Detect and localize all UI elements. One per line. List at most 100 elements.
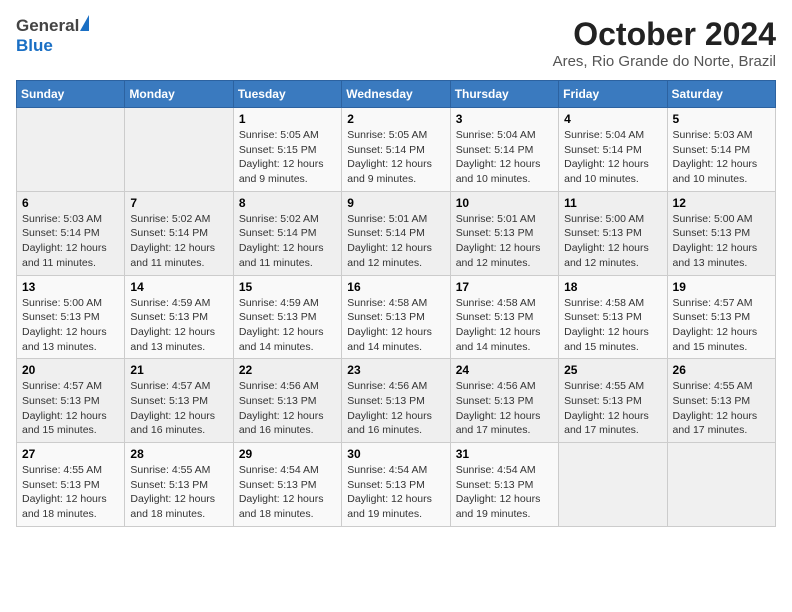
day-number: 20 (22, 363, 119, 377)
calendar-cell: 23 Sunrise: 4:56 AM Sunset: 5:13 PM Dayli… (342, 359, 450, 443)
calendar-cell: 8 Sunrise: 5:02 AM Sunset: 5:14 PM Daylig… (233, 191, 341, 275)
day-info: Sunrise: 5:00 AM Sunset: 5:13 PM Dayligh… (22, 296, 119, 355)
day-number: 31 (456, 447, 553, 461)
day-info: Sunrise: 4:57 AM Sunset: 5:13 PM Dayligh… (130, 379, 227, 438)
day-number: 24 (456, 363, 553, 377)
day-info: Sunrise: 4:55 AM Sunset: 5:13 PM Dayligh… (673, 379, 770, 438)
day-info: Sunrise: 5:02 AM Sunset: 5:14 PM Dayligh… (239, 212, 336, 271)
day-info: Sunrise: 5:01 AM Sunset: 5:13 PM Dayligh… (456, 212, 553, 271)
calendar-cell: 4Sunrise: 5:04 AM Sunset: 5:14 PM Daylig… (559, 108, 667, 192)
day-number: 17 (456, 280, 553, 294)
logo-blue-text: Blue (16, 36, 53, 55)
calendar-week-row: 20 Sunrise: 4:57 AM Sunset: 5:13 PM Dayli… (17, 359, 776, 443)
header: General Blue October 2024 Ares, Rio Gran… (16, 16, 776, 70)
day-info: Sunrise: 5:05 AM Sunset: 5:14 PM Dayligh… (347, 128, 444, 187)
day-info: Sunrise: 4:59 AM Sunset: 5:13 PM Dayligh… (130, 296, 227, 355)
calendar-cell (17, 108, 125, 192)
day-number: 15 (239, 280, 336, 294)
day-number: 2 (347, 112, 444, 126)
weekday-header-tuesday: Tuesday (233, 81, 341, 108)
calendar-cell (125, 108, 233, 192)
calendar-cell: 28Sunrise: 4:55 AM Sunset: 5:13 PM Dayli… (125, 443, 233, 527)
calendar-cell: 14 Sunrise: 4:59 AM Sunset: 5:13 PM Dayli… (125, 275, 233, 359)
day-info: Sunrise: 4:55 AM Sunset: 5:13 PM Dayligh… (22, 463, 119, 522)
calendar-cell: 15Sunrise: 4:59 AM Sunset: 5:13 PM Dayli… (233, 275, 341, 359)
calendar-cell: 9Sunrise: 5:01 AM Sunset: 5:14 PM Daylig… (342, 191, 450, 275)
day-number: 23 (347, 363, 444, 377)
day-info: Sunrise: 5:05 AM Sunset: 5:15 PM Dayligh… (239, 128, 336, 187)
page-title: October 2024 (553, 16, 776, 53)
calendar-cell: 1 Sunrise: 5:05 AM Sunset: 5:15 PM Daylig… (233, 108, 341, 192)
day-number: 14 (130, 280, 227, 294)
day-number: 16 (347, 280, 444, 294)
day-info: Sunrise: 4:58 AM Sunset: 5:13 PM Dayligh… (347, 296, 444, 355)
calendar-cell: 26 Sunrise: 4:55 AM Sunset: 5:13 PM Dayli… (667, 359, 775, 443)
calendar-cell: 18 Sunrise: 4:58 AM Sunset: 5:13 PM Dayli… (559, 275, 667, 359)
logo-triangle-icon (80, 15, 89, 31)
day-info: Sunrise: 5:03 AM Sunset: 5:14 PM Dayligh… (673, 128, 770, 187)
logo-general-text: General (16, 16, 79, 36)
day-info: Sunrise: 4:56 AM Sunset: 5:13 PM Dayligh… (456, 379, 553, 438)
calendar-cell (667, 443, 775, 527)
day-info: Sunrise: 4:56 AM Sunset: 5:13 PM Dayligh… (239, 379, 336, 438)
day-number: 22 (239, 363, 336, 377)
day-number: 27 (22, 447, 119, 461)
weekday-header-sunday: Sunday (17, 81, 125, 108)
weekday-header-monday: Monday (125, 81, 233, 108)
weekday-header-saturday: Saturday (667, 81, 775, 108)
calendar-table: SundayMondayTuesdayWednesdayThursdayFrid… (16, 80, 776, 527)
day-number: 26 (673, 363, 770, 377)
day-number: 13 (22, 280, 119, 294)
calendar-cell: 5Sunrise: 5:03 AM Sunset: 5:14 PM Daylig… (667, 108, 775, 192)
day-info: Sunrise: 4:54 AM Sunset: 5:13 PM Dayligh… (239, 463, 336, 522)
calendar-cell: 12Sunrise: 5:00 AM Sunset: 5:13 PM Dayli… (667, 191, 775, 275)
day-info: Sunrise: 4:56 AM Sunset: 5:13 PM Dayligh… (347, 379, 444, 438)
calendar-cell (559, 443, 667, 527)
weekday-header-thursday: Thursday (450, 81, 558, 108)
day-number: 30 (347, 447, 444, 461)
day-number: 8 (239, 196, 336, 210)
day-number: 25 (564, 363, 661, 377)
calendar-cell: 27 Sunrise: 4:55 AM Sunset: 5:13 PM Dayli… (17, 443, 125, 527)
weekday-header-friday: Friday (559, 81, 667, 108)
day-info: Sunrise: 4:58 AM Sunset: 5:13 PM Dayligh… (564, 296, 661, 355)
calendar-week-row: 6 Sunrise: 5:03 AM Sunset: 5:14 PM Daylig… (17, 191, 776, 275)
day-number: 6 (22, 196, 119, 210)
day-info: Sunrise: 5:04 AM Sunset: 5:14 PM Dayligh… (564, 128, 661, 187)
day-info: Sunrise: 5:03 AM Sunset: 5:14 PM Dayligh… (22, 212, 119, 271)
calendar-cell: 11Sunrise: 5:00 AM Sunset: 5:13 PM Dayli… (559, 191, 667, 275)
calendar-header-row: SundayMondayTuesdayWednesdayThursdayFrid… (17, 81, 776, 108)
day-number: 19 (673, 280, 770, 294)
calendar-cell: 31Sunrise: 4:54 AM Sunset: 5:13 PM Dayli… (450, 443, 558, 527)
day-info: Sunrise: 4:55 AM Sunset: 5:13 PM Dayligh… (564, 379, 661, 438)
day-info: Sunrise: 5:04 AM Sunset: 5:14 PM Dayligh… (456, 128, 553, 187)
day-number: 21 (130, 363, 227, 377)
day-number: 11 (564, 196, 661, 210)
calendar-cell: 16 Sunrise: 4:58 AM Sunset: 5:13 PM Dayli… (342, 275, 450, 359)
day-info: Sunrise: 4:57 AM Sunset: 5:13 PM Dayligh… (673, 296, 770, 355)
calendar-cell: 19 Sunrise: 4:57 AM Sunset: 5:13 PM Dayli… (667, 275, 775, 359)
calendar-week-row: 27 Sunrise: 4:55 AM Sunset: 5:13 PM Dayli… (17, 443, 776, 527)
calendar-week-row: 13 Sunrise: 5:00 AM Sunset: 5:13 PM Dayli… (17, 275, 776, 359)
day-number: 10 (456, 196, 553, 210)
calendar-cell: 30Sunrise: 4:54 AM Sunset: 5:13 PM Dayli… (342, 443, 450, 527)
calendar-cell: 7Sunrise: 5:02 AM Sunset: 5:14 PM Daylig… (125, 191, 233, 275)
day-number: 3 (456, 112, 553, 126)
calendar-cell: 10 Sunrise: 5:01 AM Sunset: 5:13 PM Dayli… (450, 191, 558, 275)
calendar-cell: 24 Sunrise: 4:56 AM Sunset: 5:13 PM Dayli… (450, 359, 558, 443)
calendar-cell: 22 Sunrise: 4:56 AM Sunset: 5:13 PM Dayli… (233, 359, 341, 443)
day-number: 29 (239, 447, 336, 461)
page-subtitle: Ares, Rio Grande do Norte, Brazil (553, 53, 776, 70)
day-info: Sunrise: 5:02 AM Sunset: 5:14 PM Dayligh… (130, 212, 227, 271)
calendar-cell: 21 Sunrise: 4:57 AM Sunset: 5:13 PM Dayli… (125, 359, 233, 443)
day-number: 9 (347, 196, 444, 210)
calendar-cell: 2 Sunrise: 5:05 AM Sunset: 5:14 PM Daylig… (342, 108, 450, 192)
day-number: 18 (564, 280, 661, 294)
title-section: October 2024 Ares, Rio Grande do Norte, … (553, 16, 776, 70)
day-info: Sunrise: 4:58 AM Sunset: 5:13 PM Dayligh… (456, 296, 553, 355)
calendar-cell: 13 Sunrise: 5:00 AM Sunset: 5:13 PM Dayli… (17, 275, 125, 359)
day-number: 1 (239, 112, 336, 126)
logo: General Blue (16, 16, 89, 56)
calendar-cell: 17 Sunrise: 4:58 AM Sunset: 5:13 PM Dayli… (450, 275, 558, 359)
calendar-cell: 6 Sunrise: 5:03 AM Sunset: 5:14 PM Daylig… (17, 191, 125, 275)
